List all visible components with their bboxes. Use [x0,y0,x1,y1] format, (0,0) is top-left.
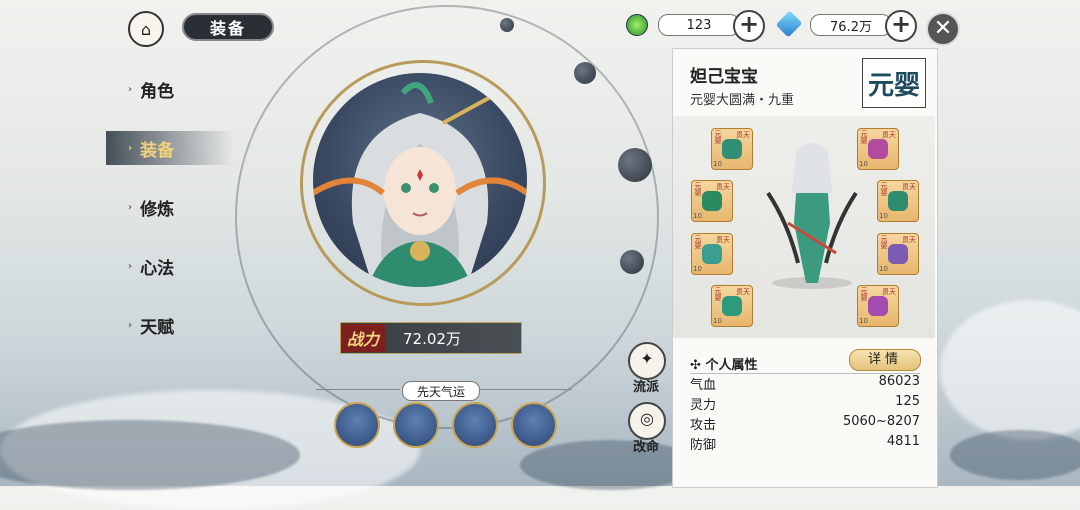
equip-slot-7[interactable]: 元婴 贯天 10 [877,233,919,275]
fate-slot-2[interactable] [393,402,439,448]
divider [316,389,400,390]
chevron-icon: › [128,319,133,331]
faction-label: 流派 [632,380,659,395]
swirl-icon: ◎ [640,409,654,428]
chevron-icon: › [128,142,133,154]
ring-icon [888,244,908,264]
chevron-icon: › [128,83,133,95]
combat-power-bar: 战力 72.02万 [340,322,522,354]
robe-icon [702,191,722,211]
nav-item-talent[interactable]: › 天赋 [128,311,174,339]
destiny-label: 改命 [632,440,659,455]
fate-slot-3[interactable] [452,402,498,448]
planet-decoration [618,148,652,182]
innate-fate-label: 先天气运 [402,381,480,401]
armor-icon [722,139,742,159]
destiny-button[interactable]: ◎ [628,402,666,440]
faction-button[interactable]: ✦ [628,342,666,380]
add-resource1-button[interactable]: + [733,10,765,42]
character-model [766,143,858,289]
jade-currency-icon [626,14,648,36]
sparkle-icon: ✣ [690,358,701,373]
attributes-title: ✣ 个人属性 [690,358,758,373]
crystal-currency-icon [775,10,803,38]
nav-item-mind-method[interactable]: › 心法 [128,252,174,280]
planet-decoration [500,18,514,32]
equip-slot-5[interactable]: 元婴 贯天 10 [857,128,899,170]
attribute-row: 防御 4811 [690,434,920,453]
chevron-icon: › [128,201,133,213]
character-name: 妲己宝宝 [690,67,758,87]
attribute-row: 气血 86023 [690,374,920,393]
necklace-icon [868,139,888,159]
realm-badge: 元婴 [862,58,926,108]
equip-slot-2[interactable]: 元婴 贯天 10 [691,180,733,222]
nav-item-role[interactable]: › 角色 [128,75,174,103]
combat-power-value: 72.02万 [403,329,461,348]
close-button[interactable]: ✕ [926,12,960,46]
attribute-row: 灵力 125 [690,394,920,413]
attribute-row: 攻击 5060~8207 [690,414,920,433]
close-icon: ✕ [933,16,953,41]
character-portrait [313,73,527,287]
equip-slot-8[interactable]: 元婴 贯天 10 [857,285,899,327]
equip-slot-6[interactable]: 元婴 贯天 10 [877,180,919,222]
details-button[interactable]: 详情 [849,349,921,371]
pendant-icon [868,296,888,316]
fate-slot-4[interactable] [511,402,557,448]
divider [480,389,572,390]
combat-power-label: 战力 [341,324,385,352]
page-title: 装备 [182,13,274,41]
faction-icon: ✦ [640,349,654,368]
chevron-icon: › [128,260,133,272]
planet-decoration [620,250,644,274]
nav-item-equipment[interactable]: › 装备 [128,134,174,162]
home-button[interactable]: ⌂ [128,11,164,47]
house-icon: ⌂ [140,19,152,39]
character-realm-text: 元婴大圆满・九重 [690,93,795,108]
fate-slot-1[interactable] [334,402,380,448]
bracelet-icon [888,191,908,211]
resource1-value: 123 [658,14,740,36]
planet-decoration [574,62,596,84]
equip-slot-4[interactable]: 元婴 贯天 10 [711,285,753,327]
equip-slot-3[interactable]: 元婴 贯天 10 [691,233,733,275]
equip-slot-1[interactable]: 元婴 贯天 10 [711,128,753,170]
belt-icon [702,244,722,264]
boots-icon [722,296,742,316]
nav-item-cultivation[interactable]: › 修炼 [128,193,174,221]
add-resource2-button[interactable]: + [885,10,917,42]
resource2-value: 76.2万 [810,14,892,36]
